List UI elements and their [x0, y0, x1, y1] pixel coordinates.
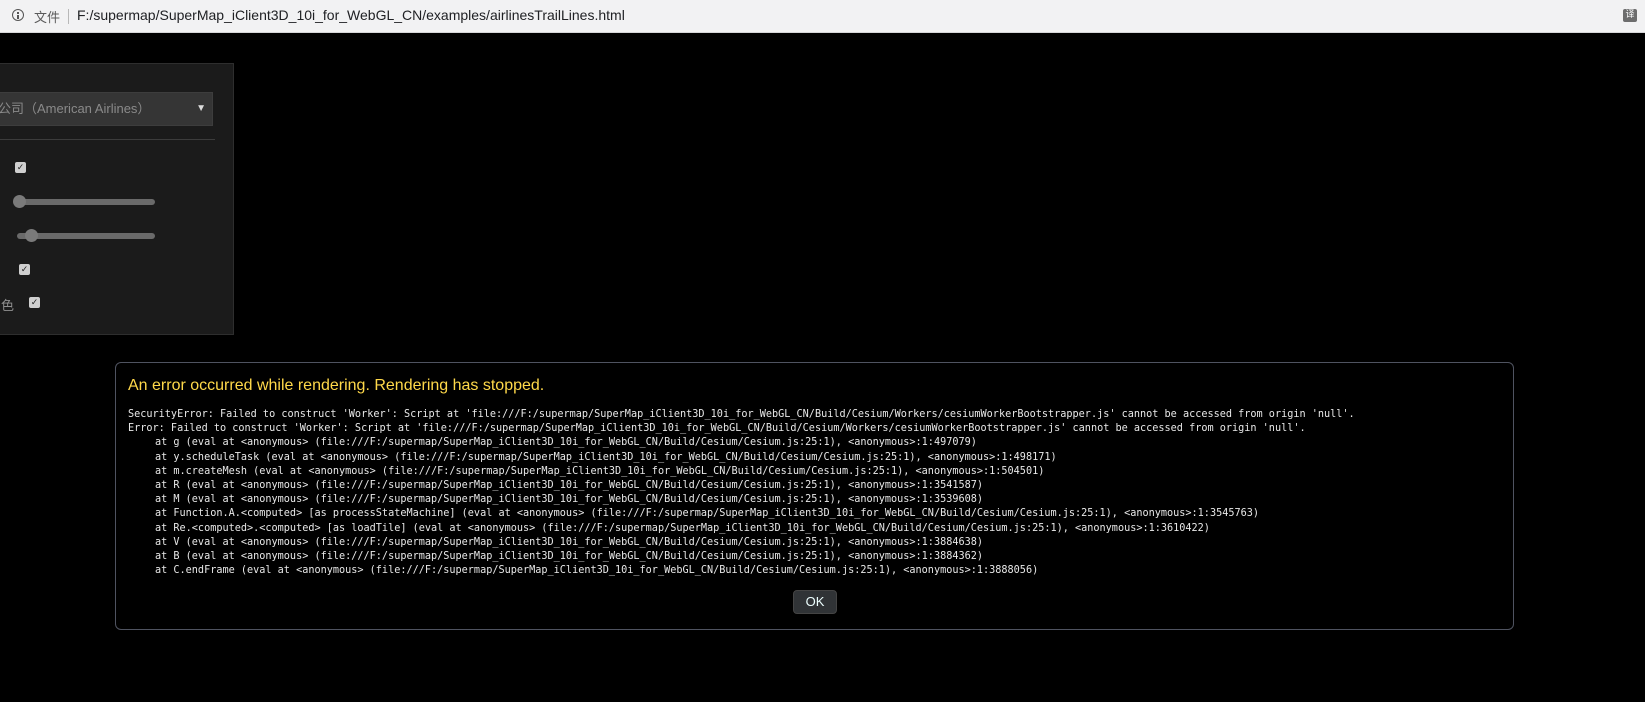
- stack-trace-line: at m.createMesh (eval at <anonymous> (fi…: [155, 465, 1045, 477]
- error-title: An error occurred while rendering. Rende…: [128, 377, 545, 394]
- stack-trace-line: at B (eval at <anonymous> (file:///F:/su…: [155, 551, 984, 563]
- stack-trace-line: at V (eval at <anonymous> (file:///F:/su…: [155, 536, 984, 548]
- row-2-slider-thumb[interactable]: [13, 195, 26, 208]
- error-message-block: SecurityError: Failed to construct 'Work…: [128, 408, 1355, 578]
- stack-trace-line: at Re.<computed>.<computed> [as loadTile…: [155, 522, 1210, 534]
- error-line: SecurityError: Failed to construct 'Work…: [128, 409, 1355, 420]
- dropdown-arrow-icon: ▼: [196, 103, 206, 114]
- render-error-panel: An error occurred while rendering. Rende…: [115, 362, 1514, 630]
- row-5-label: 色: [1, 299, 15, 314]
- scheme-label[interactable]: 文件: [34, 7, 60, 26]
- row-4-checkbox[interactable]: ✓: [19, 264, 30, 275]
- stack-trace-line: at M (eval at <anonymous> (file:///F:/su…: [155, 494, 984, 506]
- ok-button[interactable]: OK: [793, 590, 837, 614]
- url-text[interactable]: F:/supermap/SuperMap_iClient3D_10i_for_W…: [77, 7, 625, 23]
- panel-divider: [0, 139, 215, 140]
- address-separator: [68, 9, 69, 24]
- row-2-slider[interactable]: [17, 199, 155, 205]
- error-line: Error: Failed to construct 'Worker': Scr…: [128, 423, 1306, 435]
- translate-icon[interactable]: 译: [1623, 9, 1637, 22]
- toolbar-panel: 公司（American Airlines） ▼ ✓ ✓ 色 ✓: [0, 63, 234, 335]
- row-5-checkbox[interactable]: ✓: [29, 297, 40, 308]
- airline-select[interactable]: 公司（American Airlines） ▼: [0, 92, 213, 126]
- row-3-slider-thumb[interactable]: [25, 229, 38, 242]
- info-icon[interactable]: [12, 9, 24, 21]
- cesium-viewport[interactable]: 公司（American Airlines） ▼ ✓ ✓ 色 ✓ An error…: [0, 33, 1645, 702]
- stack-trace-line: at R (eval at <anonymous> (file:///F:/su…: [155, 480, 984, 492]
- browser-address-bar: 文件 F:/supermap/SuperMap_iClient3D_10i_fo…: [0, 0, 1645, 33]
- stack-trace-line: at C.endFrame (eval at <anonymous> (file…: [155, 565, 1039, 577]
- stack-trace-line: at g (eval at <anonymous> (file:///F:/su…: [155, 437, 977, 449]
- row-1-checkbox[interactable]: ✓: [15, 162, 26, 173]
- stack-trace-line: at y.scheduleTask (eval at <anonymous> (…: [155, 451, 1057, 463]
- airline-select-value: 公司（American Airlines）: [0, 101, 151, 116]
- stack-trace-line: at Function.A.<computed> [as processStat…: [155, 508, 1260, 520]
